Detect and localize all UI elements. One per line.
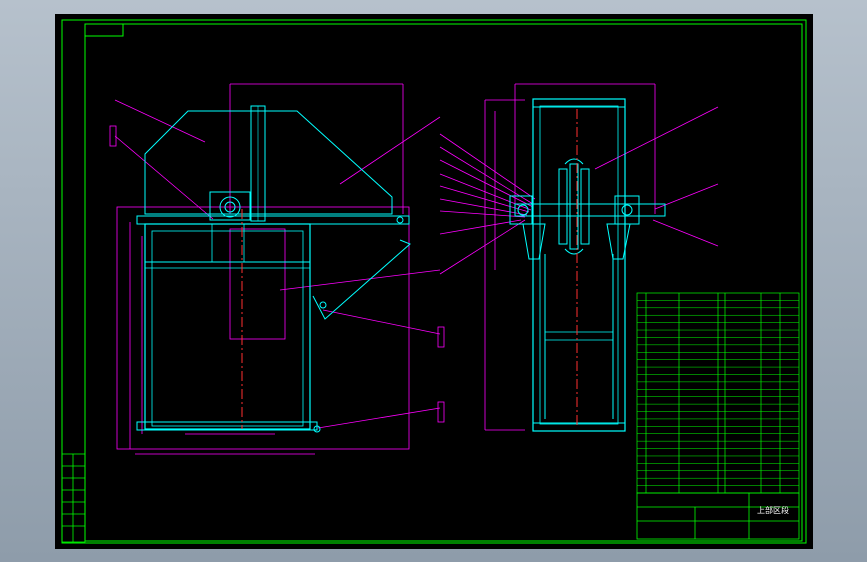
drive-pulley (558, 158, 590, 255)
front-leaders (109, 99, 445, 429)
corner-code-box (84, 23, 124, 37)
title-block-name: 上部区段 (757, 506, 789, 515)
front-dimensions (116, 83, 410, 455)
side-leaders (439, 106, 719, 275)
parts-list (636, 292, 800, 494)
head-shaft (514, 203, 666, 217)
belt-guard (144, 110, 393, 215)
drawing-canvas (61, 19, 807, 544)
head-plate (136, 215, 410, 225)
side-view (439, 83, 719, 432)
title-block (636, 492, 800, 540)
side-dimensions (484, 83, 656, 431)
cad-window: 上部区段 (0, 0, 867, 562)
drawing-viewport[interactable]: 上部区段 (55, 14, 813, 549)
front-view (109, 83, 445, 455)
left-record-strip (61, 453, 86, 543)
drawing-border-outer (61, 19, 807, 544)
elevator-casing (532, 98, 626, 432)
